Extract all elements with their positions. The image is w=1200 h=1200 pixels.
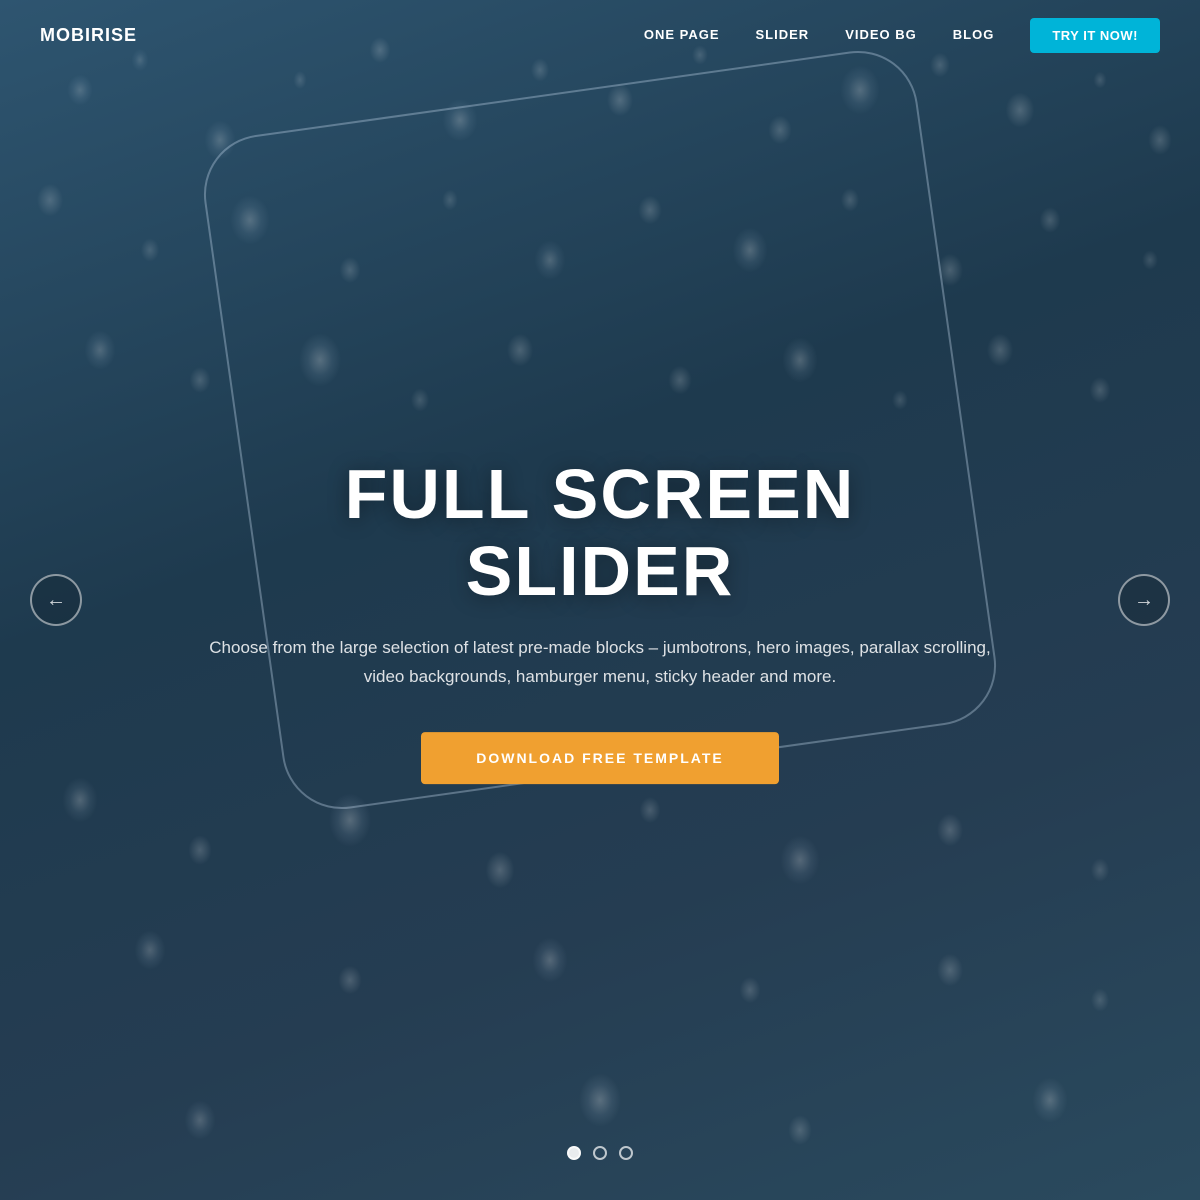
slider-prev-button[interactable]: ← xyxy=(30,574,82,626)
slider-dots xyxy=(567,1146,633,1160)
navbar: MOBIRISE ONE PAGE SLIDER VIDEO BG BLOG T… xyxy=(0,0,1200,70)
brand-logo: MOBIRISE xyxy=(40,25,137,46)
download-button[interactable]: DOWNLOAD FREE TEMPLATE xyxy=(421,732,779,784)
hero-content: FULL SCREEN SLIDER Choose from the large… xyxy=(200,456,1000,784)
left-arrow-icon: ← xyxy=(46,589,66,612)
nav-link-slider[interactable]: SLIDER xyxy=(756,27,810,42)
hero-title: FULL SCREEN SLIDER xyxy=(200,456,1000,610)
nav-link-blog[interactable]: BLOG xyxy=(953,27,995,42)
slider-dot-1[interactable] xyxy=(567,1146,581,1160)
nav-link-videobg[interactable]: VIDEO BG xyxy=(845,27,917,42)
nav-link-onepage[interactable]: ONE PAGE xyxy=(644,27,720,42)
hero-subtitle: Choose from the large selection of lates… xyxy=(200,634,1000,692)
hero-section: MOBIRISE ONE PAGE SLIDER VIDEO BG BLOG T… xyxy=(0,0,1200,1200)
right-arrow-icon: → xyxy=(1134,589,1154,612)
try-it-now-button[interactable]: Try It Now! xyxy=(1030,18,1160,53)
slider-next-button[interactable]: → xyxy=(1118,574,1170,626)
slider-dot-3[interactable] xyxy=(619,1146,633,1160)
slider-dot-2[interactable] xyxy=(593,1146,607,1160)
nav-links: ONE PAGE SLIDER VIDEO BG BLOG Try It Now… xyxy=(644,18,1160,53)
